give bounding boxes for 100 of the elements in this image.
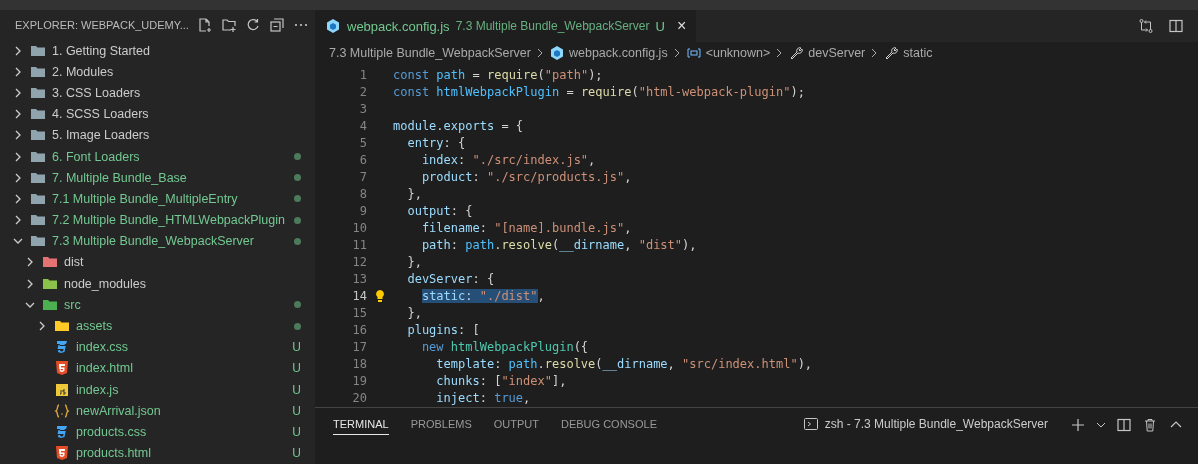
line-number: 10 (351, 220, 367, 235)
collapse-all-icon[interactable] (268, 17, 285, 33)
code-line: index: "./src/index.js", (420, 152, 596, 167)
code-line: plugins: [ (406, 322, 480, 337)
explorer-title: EXPLORER: WEBPACK_UDEMY... (15, 19, 189, 31)
tree-item[interactable]: 7.1 Multiple Bundle_MultipleEntry (52, 191, 294, 206)
line-number: 5 (358, 135, 367, 150)
git-status: U (292, 446, 301, 461)
line-number: 8 (358, 186, 367, 201)
line-number: 12 (351, 254, 367, 269)
code-line: product: "./src/products.js", (420, 169, 632, 184)
line-number: 18 (351, 356, 367, 371)
git-status: U (292, 382, 301, 397)
breadcrumb[interactable]: <unknown> (705, 46, 771, 60)
tree-item[interactable]: 1. Getting Started (52, 43, 301, 58)
code-line: }, (406, 254, 422, 269)
html-file-icon (54, 360, 70, 377)
code-line: const htmlWebpackPlugin = require("html-webpack-plugin"); (393, 84, 805, 99)
tree-item[interactable]: index.js (76, 382, 293, 397)
tree-item[interactable]: 7.2 Multiple Bundle_HTMLWebpackPlugin (52, 213, 294, 228)
panel-tab[interactable]: PROBLEMS (410, 414, 472, 434)
git-status: U (292, 340, 301, 355)
cube-icon (548, 45, 565, 61)
panel-tab[interactable]: TERMINAL (333, 414, 389, 435)
line-number: 6 (358, 152, 367, 167)
tree-item[interactable]: index.html (76, 361, 293, 376)
modified-dot (294, 237, 301, 245)
line-number: 11 (351, 237, 367, 252)
terminal-selector[interactable]: zsh - 7.3 Multiple Bundle_WebpackServer (824, 417, 1048, 431)
breadcrumb[interactable]: 7.3 Multiple Bundle_WebpackServer (329, 46, 531, 60)
tree-item[interactable]: node_modules (64, 276, 301, 291)
line-number: 15 (351, 305, 367, 320)
modified-dot (294, 174, 301, 182)
tree-item[interactable]: 2. Modules (52, 64, 301, 79)
css-file-icon (54, 423, 70, 440)
new-file-icon[interactable] (196, 17, 213, 33)
panel-tab[interactable]: OUTPUT (493, 414, 539, 434)
tree-item[interactable]: dist (64, 255, 301, 270)
code-line: entry: { (406, 135, 466, 150)
line-number: 19 (351, 373, 367, 388)
braces-icon (54, 402, 70, 419)
trash-icon[interactable] (1142, 417, 1158, 433)
editor-tab[interactable]: webpack.config.js 7.3 Multiple Bundle_WebpackServer U × (315, 10, 697, 42)
code-line: module.exports = { (393, 118, 524, 133)
tree-item[interactable]: newArrival.json (76, 403, 293, 418)
split-terminal-icon[interactable] (1116, 417, 1132, 433)
wrench-icon (788, 45, 805, 61)
modified-dot (294, 216, 301, 224)
terminal-icon (802, 416, 819, 432)
code-line: new htmlWebpackPlugin({ (420, 339, 589, 354)
tree-item[interactable]: 4. SCSS Loaders (52, 107, 301, 122)
variable-icon (685, 45, 702, 61)
code-line: output: { (406, 203, 473, 218)
panel-tab[interactable]: DEBUG CONSOLE (561, 414, 657, 434)
line-number: 7 (358, 169, 367, 184)
line-number: 13 (351, 271, 367, 286)
breadcrumb[interactable]: devServer (808, 46, 866, 60)
breadcrumb[interactable]: static (903, 46, 933, 60)
line-number: 16 (351, 322, 367, 337)
css-file-icon (54, 339, 70, 356)
tree-item[interactable]: 7. Multiple Bundle_Base (52, 170, 294, 185)
tree-item[interactable]: 6. Font Loaders (52, 149, 294, 164)
code-line: inject: true, (435, 390, 531, 405)
breadcrumb[interactable]: webpack.config.js (568, 46, 668, 60)
line-number: 3 (358, 101, 367, 116)
code-line: template: path.resolve(__dirname, "src/index.html"), (435, 356, 813, 371)
tree-item[interactable]: products.css (76, 424, 293, 439)
tree-item[interactable]: index.css (76, 340, 293, 355)
code-line: devServer: { (406, 271, 495, 286)
modified-dot (294, 153, 301, 161)
code-line: filename: "[name].bundle.js", (420, 220, 632, 235)
plus-icon[interactable] (1070, 417, 1086, 433)
lightbulb-icon[interactable] (374, 288, 386, 303)
split-editor-icon[interactable] (1168, 18, 1184, 34)
cube-icon (325, 18, 341, 34)
code-line: }, (406, 305, 422, 320)
line-number: 4 (358, 118, 367, 133)
modified-dot (294, 195, 301, 203)
code-line: const path = require("path"); (393, 67, 603, 82)
git-status: U (292, 361, 301, 376)
chevron-down-icon[interactable] (1096, 420, 1106, 430)
new-folder-icon[interactable] (220, 17, 237, 33)
tree-item[interactable]: src (64, 297, 294, 312)
modified-dot (294, 301, 301, 309)
code-line: static: "./dist", (393, 288, 545, 303)
wrench-icon (883, 45, 900, 61)
git-status: U (292, 403, 301, 418)
js-file-icon (54, 381, 70, 398)
git-status: U (292, 424, 301, 439)
line-number: 17 (351, 339, 367, 354)
line-number: 1 (358, 67, 367, 82)
compare-changes-icon[interactable] (1138, 18, 1154, 34)
tree-item[interactable]: assets (76, 319, 294, 334)
tree-item[interactable]: 3. CSS Loaders (52, 85, 301, 100)
line-number: 9 (358, 203, 367, 218)
tree-item[interactable]: products.html (76, 446, 293, 461)
tree-item[interactable]: 5. Image Loaders (52, 128, 301, 143)
line-number: 14 (351, 288, 367, 303)
line-number: 2 (358, 84, 367, 99)
tree-item[interactable]: 7.3 Multiple Bundle_WebpackServer (52, 234, 294, 249)
